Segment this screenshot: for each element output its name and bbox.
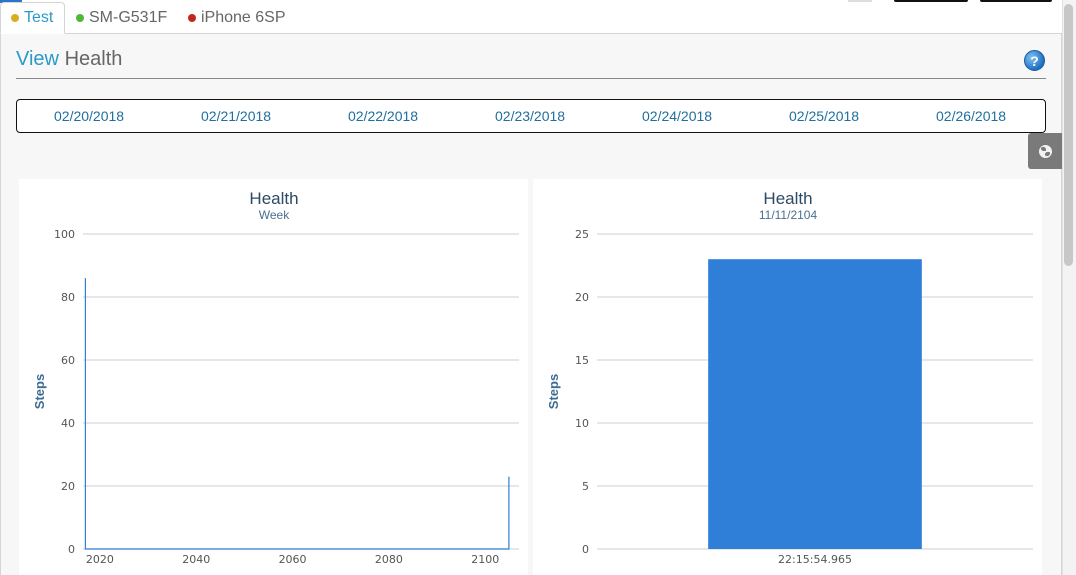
date-selector: 02/20/2018 02/21/2018 02/22/2018 02/23/2… bbox=[16, 99, 1046, 133]
date-link[interactable]: 02/20/2018 bbox=[54, 108, 124, 124]
date-link[interactable]: 02/25/2018 bbox=[789, 108, 859, 124]
y-tick-label: 0 bbox=[68, 543, 75, 556]
y-tick-label: 0 bbox=[582, 543, 589, 556]
date-link[interactable]: 02/22/2018 bbox=[348, 108, 418, 124]
date-link[interactable]: 02/26/2018 bbox=[936, 108, 1006, 124]
day-bar-chart: Health11/11/2104 Steps 0 5 10 15 20 25 22:15:54.… bbox=[546, 189, 1033, 566]
app-window: Test SM-G531F iPhone 6SP View Health ? 0… bbox=[0, 0, 1076, 575]
tab-label: Test bbox=[24, 9, 54, 26]
tab-label: SM-G531F bbox=[89, 9, 168, 26]
chart-title: Health bbox=[763, 189, 812, 208]
x-tick-label: 2040 bbox=[182, 553, 210, 566]
x-tick-label: 2080 bbox=[375, 553, 403, 566]
help-icon[interactable]: ? bbox=[1024, 50, 1045, 71]
status-dot-icon bbox=[188, 14, 196, 22]
series-line bbox=[84, 278, 510, 550]
y-tick-label: 10 bbox=[575, 417, 589, 430]
status-dot-icon bbox=[11, 14, 19, 22]
device-tabs: Test SM-G531F iPhone 6SP bbox=[0, 0, 1064, 34]
tab-test[interactable]: Test bbox=[0, 2, 65, 34]
y-axis-label: Steps bbox=[32, 374, 47, 409]
week-line-chart: HealthWeekSteps0204060801002020 2040 2060 2… bbox=[32, 189, 519, 566]
x-tick-label: 2100 bbox=[471, 553, 499, 566]
page-title: View Health bbox=[16, 48, 122, 71]
date-link[interactable]: 02/21/2018 bbox=[201, 108, 271, 124]
y-axis-label: Steps bbox=[546, 374, 561, 409]
x-tick-label: 2020 bbox=[86, 553, 114, 566]
chart-week: Health Week Steps 0 20 40 60 80 100 2020 2040 2060 2… bbox=[19, 179, 528, 575]
y-tick-label: 20 bbox=[61, 480, 75, 493]
status-dot-icon bbox=[76, 14, 84, 22]
y-tick-label: 20 bbox=[575, 291, 589, 304]
title-divider bbox=[16, 78, 1046, 79]
y-tick-label: 5 bbox=[582, 480, 589, 493]
chart-subtitle: Week bbox=[259, 208, 290, 222]
chart-subtitle: 11/11/2104 bbox=[759, 208, 818, 222]
tab-sm-g531f[interactable]: SM-G531F bbox=[66, 2, 177, 34]
x-tick-label: 2060 bbox=[279, 553, 307, 566]
x-tick-label: 22:15:54.965 bbox=[778, 553, 852, 566]
page-title-accent: View bbox=[16, 48, 59, 70]
y-tick-label: 60 bbox=[61, 354, 75, 367]
y-tick-label: 25 bbox=[575, 228, 589, 241]
y-tick-label: 40 bbox=[61, 417, 75, 430]
date-link[interactable]: 02/23/2018 bbox=[495, 108, 565, 124]
tab-label: iPhone 6SP bbox=[201, 9, 286, 26]
date-link[interactable]: 02/24/2018 bbox=[642, 108, 712, 124]
scrollbar-thumb[interactable] bbox=[1064, 4, 1073, 266]
y-tick-label: 80 bbox=[61, 291, 75, 304]
tab-iphone-6sp[interactable]: iPhone 6SP bbox=[178, 2, 296, 34]
chart-title: Health bbox=[249, 189, 298, 208]
y-tick-label: 15 bbox=[575, 354, 589, 367]
bar[interactable] bbox=[708, 259, 922, 549]
chart-day: Health 11/11/2104 Steps 0 5 10 15 20 25 22:15:54.… bbox=[533, 179, 1042, 575]
page-title-rest: Health bbox=[64, 48, 123, 70]
y-tick-label: 100 bbox=[54, 228, 75, 241]
globe-button[interactable] bbox=[1028, 133, 1062, 169]
globe-icon bbox=[1038, 144, 1052, 158]
